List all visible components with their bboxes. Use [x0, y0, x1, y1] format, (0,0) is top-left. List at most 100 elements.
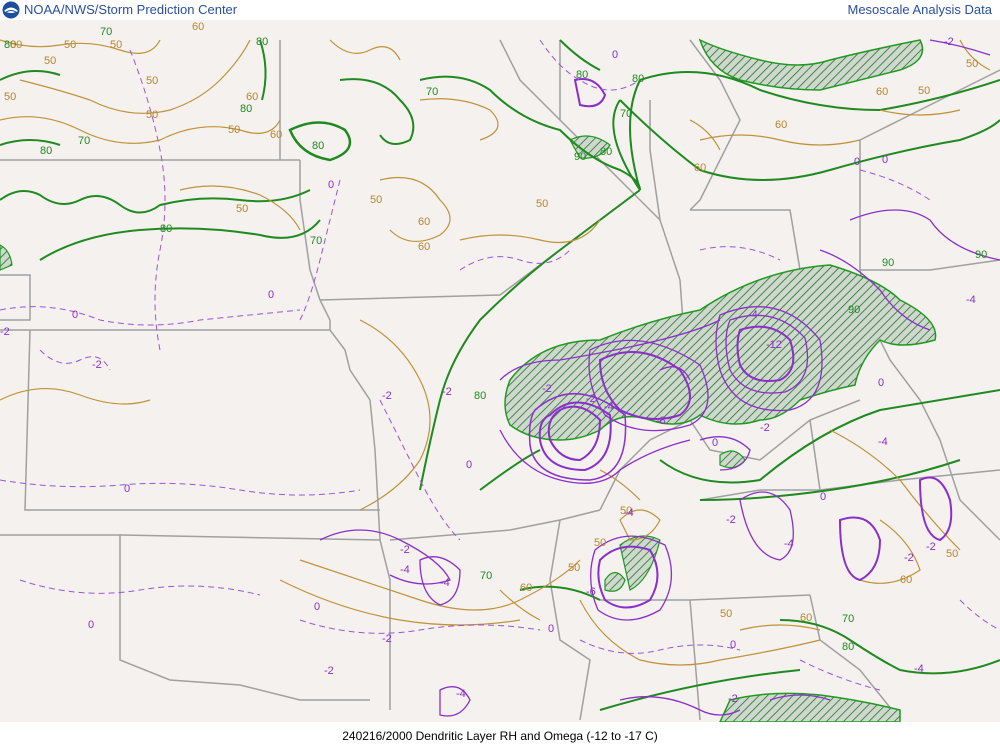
omega-label: -4 [784, 538, 794, 550]
mid-rh-label: 50 [64, 39, 76, 51]
omega-label: -2 [382, 633, 392, 645]
rh-label: 70 [480, 570, 492, 582]
rh-label: 80 [40, 145, 52, 157]
omega-label: 0 [820, 491, 826, 503]
omega-label: -12 [766, 339, 782, 351]
omega-label: -4 [400, 564, 410, 576]
rh-label: 70 [842, 613, 854, 625]
omega-label: -2 [944, 36, 954, 48]
omega-label: 0 [328, 179, 334, 191]
omega-label: -2 [92, 359, 102, 371]
noaa-logo-icon [2, 1, 20, 19]
mid-rh-label: 60 [192, 21, 204, 33]
omega-label: -4 [604, 401, 614, 413]
header-left-title: NOAA/NWS/Storm Prediction Center [24, 2, 238, 17]
rh-label: 80 [600, 146, 612, 158]
rh-label: 80 [240, 103, 252, 115]
rh-label: 80 [474, 390, 486, 402]
omega-label: 0 [548, 623, 554, 635]
omega-label: -2 [760, 422, 770, 434]
mid-rh-label: 50 [594, 537, 606, 549]
rh-label: 80 [632, 73, 644, 85]
rh-label: 80 [160, 223, 172, 235]
mid-rh-label: 60 [694, 162, 706, 174]
omega-label: -2 [728, 693, 738, 705]
rh-label: 80 [312, 140, 324, 152]
mid-rh-label: 50 [720, 608, 732, 620]
mid-rh-label: 60 [900, 574, 912, 586]
omega-label: -4 [966, 294, 976, 306]
omega-label: 0 [882, 154, 888, 166]
mid-rh-label: 50 [146, 75, 158, 87]
omega-label: -8 [656, 415, 666, 427]
mid-rh-label: 60 [775, 119, 787, 131]
omega-label: 0 [88, 619, 94, 631]
map-caption: 240216/2000 Dendritic Layer RH and Omega… [0, 722, 1000, 750]
omega-label: 0 [878, 377, 884, 389]
omega-label: 0 [466, 459, 472, 471]
omega-label: -2 [926, 541, 936, 553]
omega-label: -4 [440, 577, 450, 589]
rh-label: 70 [426, 86, 438, 98]
omega-label: 0 [124, 483, 130, 495]
omega-label: 0 [72, 309, 78, 321]
omega-label: 0 [854, 156, 860, 168]
mid-rh-label: 50 [4, 91, 16, 103]
omega-label: -4 [878, 436, 888, 448]
mid-rh-label: 50 [536, 198, 548, 210]
omega-label: -4 [748, 309, 758, 321]
header-right-title: Mesoscale Analysis Data [847, 2, 992, 17]
omega-label: -6 [586, 586, 596, 598]
omega-label: 0 [612, 49, 618, 61]
rh-label: 90 [848, 304, 860, 316]
omega-label: -2 [400, 544, 410, 556]
rh-label: 90 [975, 249, 987, 261]
mid-rh-label: 60 [418, 216, 430, 228]
mid-rh-label: 60 [800, 612, 812, 624]
mid-rh-label: 50 [918, 85, 930, 97]
rh-label: 80 [842, 641, 854, 653]
mid-rh-label: 80 [10, 39, 22, 51]
omega-label: 0 [712, 437, 718, 449]
mid-rh-label: 60 [270, 129, 282, 141]
omega-label: -2 [324, 665, 334, 677]
rh-label: 70 [100, 26, 112, 38]
map-canvas: 80 70 80 70 80 70 80 80 90 90 70 80 90 8… [0, 20, 1000, 722]
omega-label: 0 [730, 639, 736, 651]
mid-rh-label: 50 [236, 203, 248, 215]
mid-rh-label: 60 [876, 86, 888, 98]
rh-label: 70 [310, 235, 322, 247]
mid-rh-label: 50 [146, 109, 158, 121]
omega-label: -2 [0, 326, 10, 338]
omega-label: -4 [456, 688, 466, 700]
mid-rh-label: 50 [44, 55, 56, 67]
omega-label: -2 [586, 393, 596, 405]
mid-rh-label: 50 [370, 194, 382, 206]
rh-label: 80 [256, 36, 268, 48]
mid-rh-label: 60 [418, 241, 430, 253]
mid-rh-label: 50 [966, 58, 978, 70]
mid-rh-label: 50 [110, 39, 122, 51]
omega-label: -2 [442, 386, 452, 398]
header-bar: NOAA/NWS/Storm Prediction Center Mesosca… [0, 0, 1000, 20]
omega-label: -2 [382, 390, 392, 402]
omega-label: -2 [726, 514, 736, 526]
omega-label: -4 [914, 663, 924, 675]
rh-label: 90 [882, 257, 894, 269]
mid-rh-label: 60 [520, 582, 532, 594]
rh-label: 80 [576, 69, 588, 81]
mid-rh-label: 50 [568, 562, 580, 574]
mid-rh-label: 60 [246, 91, 258, 103]
mid-rh-label: 50 [946, 548, 958, 560]
rh-label: 70 [78, 135, 90, 147]
omega-label: 0 [314, 601, 320, 613]
analysis-map: 80 70 80 70 80 70 80 80 90 90 70 80 90 8… [0, 20, 1000, 722]
mid-rh-label: 50 [228, 124, 240, 136]
rh-label: 70 [620, 108, 632, 120]
omega-label: 0 [268, 289, 274, 301]
caption-text: 240216/2000 Dendritic Layer RH and Omega… [342, 729, 658, 743]
rh-label: 90 [574, 151, 586, 163]
omega-label: -2 [542, 383, 552, 395]
omega-label: -4 [624, 507, 634, 519]
omega-label: -2 [904, 552, 914, 564]
